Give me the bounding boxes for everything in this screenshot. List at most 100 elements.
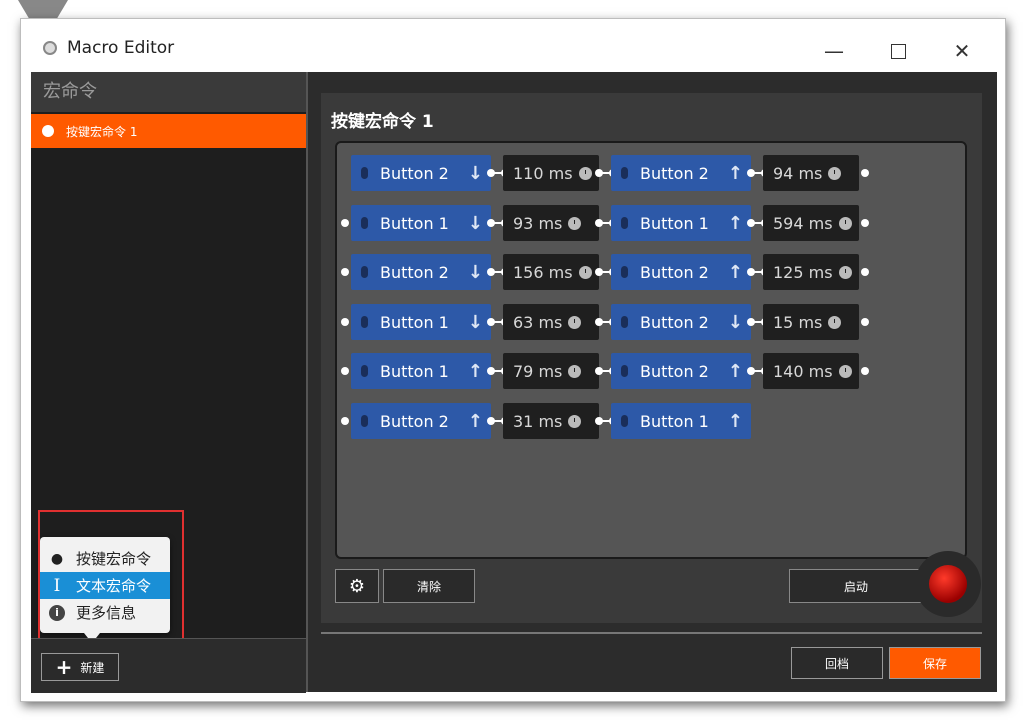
delay-step-block[interactable]: 15 ms — [763, 304, 859, 340]
close-button[interactable]: ✕ — [939, 33, 985, 69]
horizontal-divider — [321, 632, 982, 634]
connector-start-dot — [341, 417, 349, 425]
connector-end-dot — [861, 169, 869, 177]
new-button[interactable]: + 新建 — [41, 653, 119, 681]
maximize-button[interactable] — [875, 33, 921, 69]
delay-step-block[interactable]: 93 ms — [503, 205, 599, 241]
delay-value: 93 ms — [513, 213, 563, 233]
macro-title: 按键宏命令 1 — [331, 112, 434, 132]
connector-start-dot — [341, 268, 349, 276]
button-step-label: Button 1 — [640, 411, 709, 431]
mouse-icon — [621, 266, 628, 278]
mouse-icon — [621, 217, 628, 229]
button-step-block[interactable]: Button 2 ↑ — [351, 403, 491, 439]
button-step-label: Button 2 — [380, 163, 449, 183]
clear-button[interactable]: 清除 — [383, 569, 475, 603]
button-step-block[interactable]: Button 2 ↓ — [351, 155, 491, 191]
button-step-block[interactable]: Button 1 ↑ — [611, 205, 751, 241]
start-button[interactable]: 启动 — [789, 569, 923, 603]
arrow-up-icon: ↑ — [727, 261, 743, 283]
delay-step-block[interactable]: 125 ms — [763, 254, 859, 290]
arrow-down-icon: ↓ — [467, 311, 483, 333]
vertical-divider — [306, 72, 308, 692]
connector-end-dot — [861, 318, 869, 326]
arrow-up-icon: ↑ — [727, 410, 743, 432]
button-step-label: Button 2 — [380, 411, 449, 431]
button-step-block[interactable]: Button 2 ↓ — [351, 254, 491, 290]
revert-button[interactable]: 回档 — [791, 647, 883, 679]
connector-start-dot — [341, 219, 349, 227]
title-bar: Macro Editor — ✕ — [21, 19, 1005, 71]
delay-step-block[interactable]: 110 ms — [503, 155, 599, 191]
record-icon — [929, 565, 967, 603]
clock-icon — [568, 315, 582, 329]
panel-toolbar: ⚙ 清除 启动 — [335, 551, 981, 617]
new-button-label: 新建 — [80, 660, 105, 675]
macro-panel: 按键宏命令 1 Button 2 ↓ 110 ms Button 2 ↑ 94 ms But… — [321, 93, 982, 623]
macro-sequence-canvas[interactable]: Button 2 ↓ 110 ms Button 2 ↑ 94 ms Button 1 ↓ 93… — [335, 141, 967, 559]
clock-icon — [568, 364, 582, 378]
close-icon: ✕ — [953, 39, 971, 63]
button-step-block[interactable]: Button 1 ↑ — [611, 403, 751, 439]
settings-button[interactable]: ⚙ — [335, 569, 379, 603]
circle-icon — [42, 125, 54, 137]
delay-step-block[interactable]: 31 ms — [503, 403, 599, 439]
button-step-label: Button 1 — [380, 361, 449, 381]
mouse-icon — [361, 167, 368, 179]
delay-value: 140 ms — [773, 361, 833, 381]
delay-step-block[interactable]: 156 ms — [503, 254, 599, 290]
connector-end-dot — [861, 268, 869, 276]
connector-start-dot — [341, 318, 349, 326]
arrow-up-icon: ↑ — [727, 360, 743, 382]
connector-start-dot — [341, 367, 349, 375]
maximize-icon — [890, 43, 906, 59]
delay-step-block[interactable]: 63 ms — [503, 304, 599, 340]
save-button[interactable]: 保存 — [889, 647, 981, 679]
button-step-block[interactable]: Button 1 ↑ — [351, 353, 491, 389]
arrow-up-icon: ↑ — [467, 360, 483, 382]
window-title: Macro Editor — [67, 38, 175, 58]
button-step-label: Button 1 — [380, 312, 449, 332]
button-step-block[interactable]: Button 2 ↑ — [611, 353, 751, 389]
delay-step-block[interactable]: 79 ms — [503, 353, 599, 389]
arrow-down-icon: ↓ — [467, 162, 483, 184]
delay-value: 125 ms — [773, 262, 833, 282]
button-step-label: Button 2 — [640, 312, 709, 332]
clock-icon — [838, 216, 852, 230]
button-step-label: Button 1 — [380, 213, 449, 233]
button-step-block[interactable]: Button 2 ↑ — [611, 254, 751, 290]
clock-icon — [568, 414, 582, 428]
button-step-block[interactable]: Button 2 ↑ — [611, 155, 751, 191]
button-step-block[interactable]: Button 1 ↓ — [351, 304, 491, 340]
mouse-icon — [621, 316, 628, 328]
button-step-block[interactable]: Button 1 ↓ — [351, 205, 491, 241]
clock-icon — [828, 315, 842, 329]
client-area: 宏命令 按键宏命令 1 ● 按键宏命令 I 文本宏命令 i 更多信息 + 新建 … — [31, 72, 997, 693]
delay-value: 594 ms — [773, 213, 833, 233]
arrow-down-icon: ↓ — [727, 311, 743, 333]
app-icon — [43, 41, 57, 55]
connector-end-dot — [861, 219, 869, 227]
mouse-icon — [361, 266, 368, 278]
button-step-block[interactable]: Button 2 ↓ — [611, 304, 751, 340]
arrow-up-icon: ↑ — [467, 410, 483, 432]
gear-icon: ⚙ — [348, 575, 366, 597]
delay-step-block[interactable]: 140 ms — [763, 353, 859, 389]
delay-value: 15 ms — [773, 312, 823, 332]
mouse-icon — [621, 167, 628, 179]
arrow-up-icon: ↑ — [727, 212, 743, 234]
mouse-icon — [361, 415, 368, 427]
minimize-button[interactable]: — — [811, 33, 857, 69]
mouse-icon — [621, 415, 628, 427]
clock-icon — [828, 166, 842, 180]
delay-step-block[interactable]: 94 ms — [763, 155, 859, 191]
delay-step-block[interactable]: 594 ms — [763, 205, 859, 241]
button-step-label: Button 1 — [640, 213, 709, 233]
sidebar-item-macro-1[interactable]: 按键宏命令 1 — [31, 114, 306, 148]
button-step-label: Button 2 — [640, 262, 709, 282]
macro-editor-window: Macro Editor — ✕ 宏命令 按键宏命令 1 ● 按键宏命令 I 文… — [20, 18, 1006, 702]
clock-icon — [578, 265, 592, 279]
minimize-icon: — — [824, 39, 844, 63]
button-step-label: Button 2 — [380, 262, 449, 282]
record-button[interactable] — [915, 551, 981, 617]
